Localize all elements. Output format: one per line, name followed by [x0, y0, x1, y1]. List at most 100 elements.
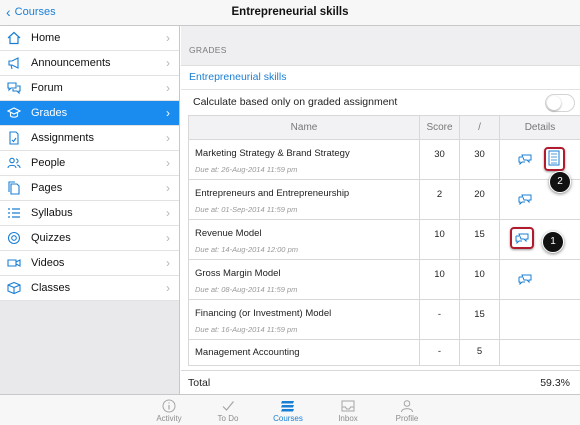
comment-bubble-icon[interactable] [518, 153, 532, 165]
comment-bubble-icon[interactable] [518, 193, 532, 205]
calc-graded-only-toggle[interactable] [545, 94, 575, 112]
sidebar-item-label: Assignments [31, 132, 94, 144]
chevron-right-icon: › [166, 56, 170, 70]
course-sidebar: Home › Announcements › Forum › Grades › … [0, 26, 180, 394]
tab-label: To Do [217, 414, 239, 423]
comment-bubble-icon[interactable] [518, 273, 532, 285]
tab-label: Inbox [338, 414, 358, 423]
comment-highlight-box [510, 227, 534, 249]
assignment-name: Financing (or Investment) Model [195, 308, 332, 319]
calc-graded-only-row: Calculate based only on graded assignmen… [181, 89, 580, 113]
table-row[interactable]: Financing (or Investment) Model Due at: 1… [188, 299, 580, 340]
due-date: Due at: 26-Aug-2014 11:59 pm [195, 165, 298, 174]
total-label: Total [188, 377, 211, 389]
sidebar-item-home[interactable]: Home › [0, 26, 179, 51]
chevron-right-icon: › [166, 256, 170, 270]
top-nav-bar: ‹ Courses Entrepreneurial skills [0, 0, 580, 26]
sidebar-item-label: Classes [31, 282, 71, 294]
sidebar-item-label: Quizzes [31, 232, 71, 244]
tab-to-do[interactable]: To Do [198, 398, 258, 423]
comment-bubble-icon[interactable] [515, 232, 529, 244]
tab-inbox[interactable]: Inbox [318, 398, 378, 423]
due-date: Due at: 16-Aug-2014 11:59 pm [195, 325, 298, 334]
sidebar-item-pages[interactable]: Pages › [0, 176, 179, 201]
chevron-right-icon: › [166, 206, 170, 220]
table-row[interactable]: Gross Margin Model Due at: 08-Aug-2014 11… [188, 259, 580, 300]
quiz-icon [6, 230, 22, 246]
checkmark-icon [198, 398, 258, 413]
sidebar-item-label: People [31, 157, 66, 169]
details-cell: 1 [499, 219, 580, 260]
table-row[interactable]: Revenue Model Due at: 14-Aug-2014 12:00 p… [188, 219, 580, 260]
tab-label: Courses [273, 414, 303, 423]
chevron-right-icon: › [166, 156, 170, 170]
assignment-name: Gross Margin Model [195, 268, 281, 279]
details-cell [499, 259, 580, 300]
chevron-right-icon: › [166, 181, 170, 195]
syllabus-list-icon [6, 205, 22, 221]
rubric-icon[interactable] [546, 149, 562, 168]
courses-stack-icon [258, 398, 318, 413]
people-icon [6, 155, 22, 171]
pages-icon [6, 180, 22, 196]
page-title: Entrepreneurial skills [231, 6, 349, 18]
video-camera-icon [6, 255, 22, 271]
points-possible: 5 [459, 339, 500, 366]
table-header-row: Name Score / Details [188, 115, 580, 140]
details-cell [499, 339, 580, 366]
inbox-icon [318, 398, 378, 413]
calc-graded-only-label: Calculate based only on graded assignmen… [193, 96, 398, 108]
details-cell: 2 [499, 139, 580, 193]
toggle-knob [547, 96, 561, 110]
tab-activity[interactable]: Activity [139, 398, 199, 423]
table-row[interactable]: Management Accounting - 5 [188, 339, 580, 366]
assignment-name: Marketing Strategy & Brand Strategy [195, 148, 350, 159]
points-possible: 15 [459, 219, 500, 260]
assignment-document-icon [6, 130, 22, 146]
tab-label: Activity [156, 414, 182, 423]
column-header-name: Name [188, 115, 420, 140]
sidebar-item-label: Announcements [31, 57, 111, 69]
assignment-name: Management Accounting [195, 347, 300, 358]
sidebar-item-label: Home [31, 32, 61, 44]
classes-icon [6, 280, 22, 296]
sidebar-item-label: Grades [31, 107, 68, 119]
course-link[interactable]: Entrepreneurial skills [189, 71, 286, 83]
points-possible: 10 [459, 259, 500, 300]
assignment-name: Revenue Model [195, 228, 262, 239]
sidebar-item-videos[interactable]: Videos › [0, 251, 179, 276]
chevron-right-icon: › [166, 231, 170, 245]
tab-profile[interactable]: Profile [377, 398, 437, 423]
profile-icon [377, 398, 437, 413]
sidebar-item-classes[interactable]: Classes › [0, 276, 179, 301]
grades-table: Name Score / Details Marketing Strategy … [188, 115, 580, 366]
due-date: Due at: 01-Sep-2014 11:59 pm [195, 205, 298, 214]
sidebar-item-announcements[interactable]: Announcements › [0, 51, 179, 76]
info-circle-icon [139, 398, 199, 413]
sidebar-item-quizzes[interactable]: Quizzes › [0, 226, 179, 251]
points-possible: 20 [459, 179, 500, 220]
column-header-details: Details [499, 115, 580, 140]
table-row[interactable]: Entrepreneurs and Entrepreneurship Due at… [188, 179, 580, 220]
section-header: GRADES [181, 26, 580, 66]
table-row[interactable]: Marketing Strategy & Brand Strategy Due a… [188, 139, 580, 193]
rubric-highlight-box [544, 147, 565, 171]
score-value: - [419, 299, 460, 340]
tab-courses[interactable]: Courses [258, 398, 318, 423]
score-value: - [419, 339, 460, 366]
megaphone-icon [6, 55, 22, 71]
sidebar-item-syllabus[interactable]: Syllabus › [0, 201, 179, 226]
sidebar-item-label: Syllabus [31, 207, 73, 219]
chevron-right-icon: › [166, 131, 170, 145]
points-possible: 30 [459, 139, 500, 180]
sidebar-item-grades[interactable]: Grades › [0, 101, 179, 126]
due-date: Due at: 08-Aug-2014 11:59 pm [195, 285, 298, 294]
grades-panel: GRADES Entrepreneurial skills Calculate … [181, 26, 580, 394]
tab-label: Profile [395, 414, 419, 423]
sidebar-item-forum[interactable]: Forum › [0, 76, 179, 101]
sidebar-item-assignments[interactable]: Assignments › [0, 126, 179, 151]
chevron-right-icon: › [166, 31, 170, 45]
score-value: 10 [419, 259, 460, 300]
score-value: 30 [419, 139, 460, 180]
sidebar-item-people[interactable]: People › [0, 151, 179, 176]
